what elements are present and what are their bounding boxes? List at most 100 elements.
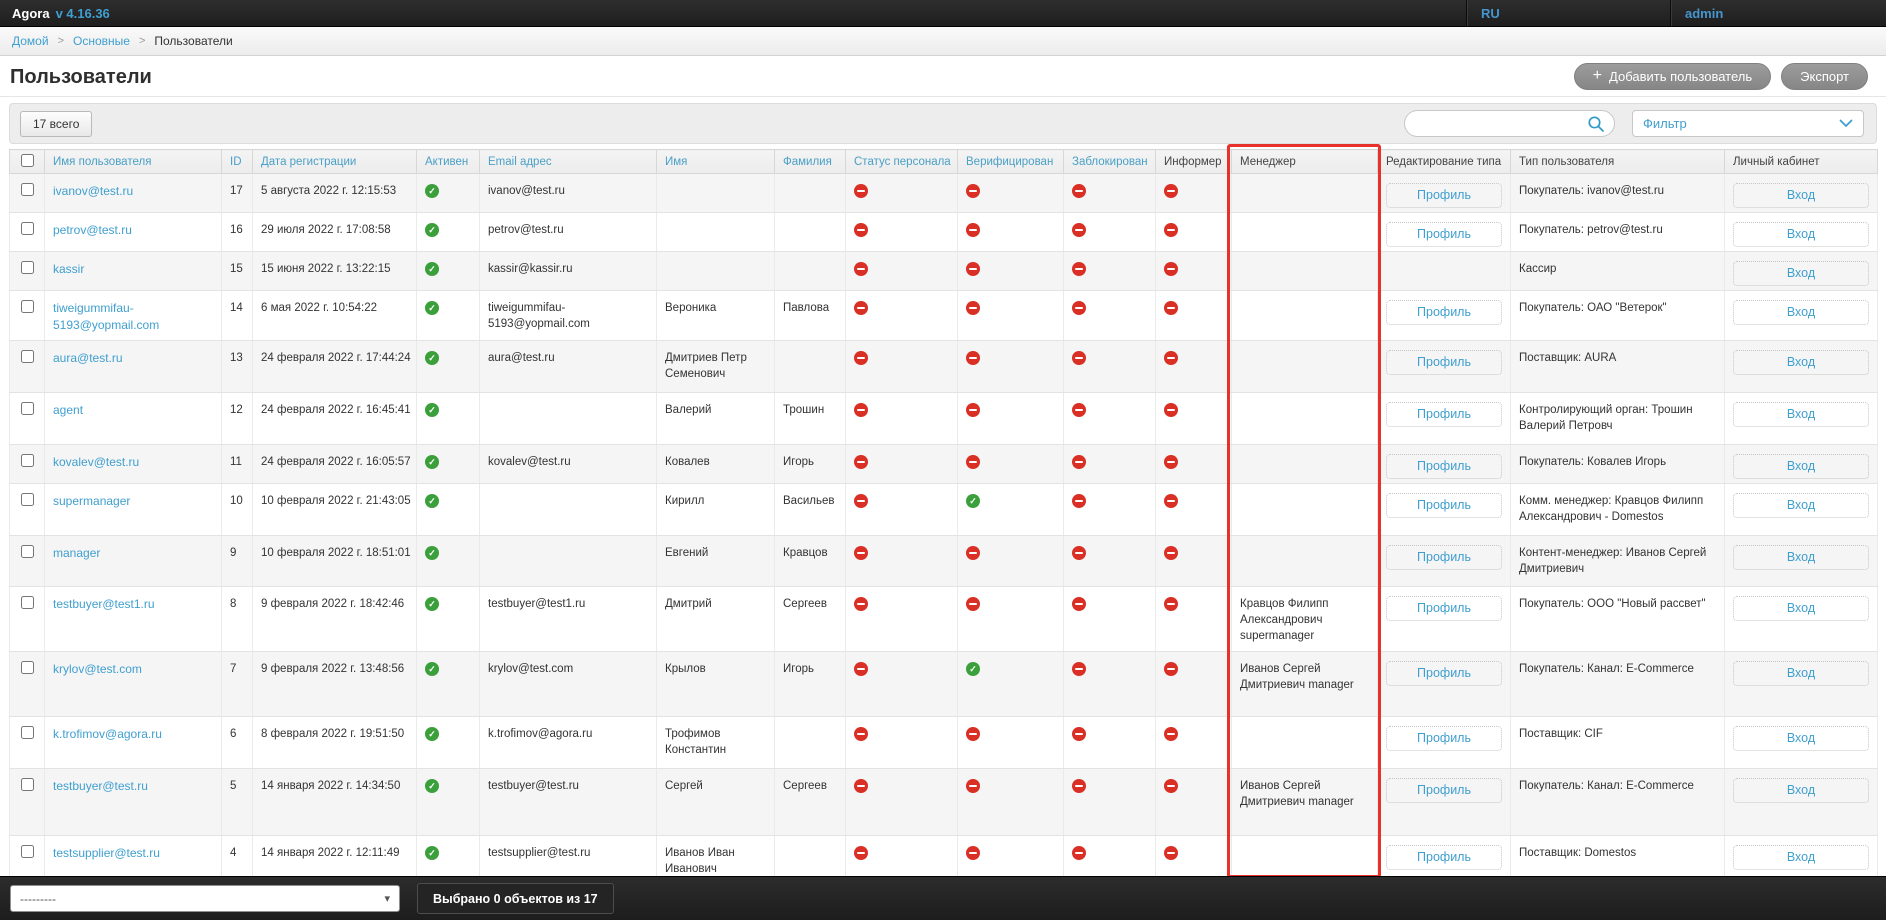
verified-denied-icon (966, 779, 980, 793)
username-link[interactable]: supermanager (53, 494, 130, 508)
username-link[interactable]: manager (53, 546, 100, 560)
user-type-cell: Покупатель: ООО "Новый рассвет" (1510, 586, 1725, 652)
row-checkbox[interactable] (20, 454, 34, 467)
username-link[interactable]: testbuyer@test1.ru (53, 597, 155, 611)
row-checkbox[interactable] (20, 661, 34, 674)
username-link[interactable]: aura@test.ru (53, 351, 123, 365)
user-menu[interactable]: admin (1670, 0, 1886, 26)
row-checkbox[interactable] (20, 493, 34, 506)
select-all-header (9, 149, 45, 174)
username-link[interactable]: krylov@test.com (53, 662, 142, 676)
login-button[interactable]: Вход (1733, 493, 1869, 518)
active-cell (416, 392, 480, 445)
sortable-column-header-label[interactable]: Заблокирован (1072, 156, 1148, 168)
login-button[interactable]: Вход (1733, 183, 1869, 208)
total-count-button[interactable]: 17 всего (20, 110, 93, 137)
username-link[interactable]: agent (53, 403, 83, 417)
edit-type-cell: Профиль (1377, 392, 1511, 445)
sortable-column-header-label[interactable]: ID (230, 156, 242, 168)
profile-button[interactable]: Профиль (1386, 661, 1502, 686)
profile-button[interactable]: Профиль (1386, 545, 1502, 570)
row-checkbox[interactable] (20, 726, 34, 739)
profile-button[interactable]: Профиль (1386, 350, 1502, 375)
profile-button[interactable]: Профиль (1386, 222, 1502, 247)
export-button[interactable]: Экспорт (1781, 63, 1868, 90)
username-link[interactable]: k.trofimov@agora.ru (53, 727, 162, 741)
username-link[interactable]: tiweigummifau-5193@yopmail.com (53, 301, 159, 332)
row-checkbox[interactable] (20, 402, 34, 415)
login-button[interactable]: Вход (1733, 545, 1869, 570)
sortable-column-header-label[interactable]: Верифицирован (966, 156, 1053, 168)
login-button[interactable]: Вход (1733, 261, 1869, 286)
login-button[interactable]: Вход (1733, 300, 1869, 325)
column-header: Активен (416, 149, 480, 174)
active-cell (416, 768, 480, 836)
login-button[interactable]: Вход (1733, 596, 1869, 621)
login-button[interactable]: Вход (1733, 350, 1869, 375)
login-button[interactable]: Вход (1733, 402, 1869, 427)
profile-button[interactable]: Профиль (1386, 778, 1502, 803)
filter-dropdown[interactable]: Фильтр (1632, 110, 1864, 137)
profile-button[interactable]: Профиль (1386, 454, 1502, 479)
login-button[interactable]: Вход (1733, 222, 1869, 247)
sortable-column-header-label[interactable]: Дата регистрации (261, 156, 356, 168)
login-button[interactable]: Вход (1733, 778, 1869, 803)
search-input[interactable] (1405, 116, 1614, 131)
sortable-column-header-label[interactable]: Email адрес (488, 156, 552, 168)
username-link[interactable]: ivanov@test.ru (53, 184, 133, 198)
row-checkbox[interactable] (20, 596, 34, 609)
username-link[interactable]: petrov@test.ru (53, 223, 132, 237)
profile-button[interactable]: Профиль (1386, 183, 1502, 208)
app-brand[interactable]: Agora (12, 6, 50, 21)
username-cell: kovalev@test.ru (44, 444, 222, 484)
row-checkbox[interactable] (20, 261, 34, 274)
column-header: Email адрес (479, 149, 657, 174)
row-checkbox[interactable] (20, 222, 34, 235)
username-link[interactable]: kovalev@test.ru (53, 455, 139, 469)
profile-button[interactable]: Профиль (1386, 845, 1502, 870)
row-checkbox[interactable] (20, 350, 34, 363)
breadcrumb-main[interactable]: Основные (73, 34, 130, 48)
sortable-column-header-label[interactable]: Статус персонала (854, 156, 951, 168)
search-icon[interactable] (1587, 115, 1605, 133)
personal-cabinet-cell: Вход (1724, 444, 1878, 484)
login-button[interactable]: Вход (1733, 845, 1869, 870)
informer-denied-icon (1164, 351, 1178, 365)
column-header: Имя пользователя (44, 149, 222, 174)
sortable-column-header-label[interactable]: Фамилия (783, 156, 832, 168)
row-checkbox[interactable] (20, 183, 34, 196)
column-header-label: Тип пользователя (1519, 155, 1615, 168)
profile-button[interactable]: Профиль (1386, 596, 1502, 621)
row-checkbox[interactable] (20, 300, 34, 313)
profile-button[interactable]: Профиль (1386, 493, 1502, 518)
row-checkbox[interactable] (20, 545, 34, 558)
breadcrumb-home[interactable]: Домой (12, 34, 49, 48)
username-link[interactable]: testbuyer@test.ru (53, 779, 148, 793)
sortable-column-header-label[interactable]: Имя пользователя (53, 156, 151, 168)
personal-cabinet-cell: Вход (1724, 483, 1878, 536)
id-cell: 9 (221, 535, 253, 587)
profile-button[interactable]: Профиль (1386, 726, 1502, 751)
informer-cell (1155, 483, 1232, 536)
add-user-button[interactable]: + Добавить пользователь (1573, 63, 1772, 90)
username-link[interactable]: testsupplier@test.ru (53, 846, 160, 860)
profile-button[interactable]: Профиль (1386, 300, 1502, 325)
row-checkbox[interactable] (20, 778, 34, 791)
selection-count-button[interactable]: Выбрано 0 объектов из 17 (417, 883, 614, 914)
table-row: ivanov@test.ru 17 5 августа 2022 г. 12:15:… (9, 173, 1878, 213)
last-name-cell: Игорь (774, 651, 846, 717)
registration-date-cell: 15 июня 2022 г. 13:22:15 (252, 251, 417, 291)
login-button[interactable]: Вход (1733, 661, 1869, 686)
verified-denied-icon (966, 301, 980, 315)
manager-cell: Кравцов Филипп Александрович supermanage… (1231, 586, 1378, 652)
row-checkbox[interactable] (20, 845, 34, 858)
action-select[interactable]: --------- ▾ (10, 885, 400, 912)
select-all-checkbox[interactable] (20, 153, 34, 167)
sortable-column-header-label[interactable]: Активен (425, 156, 468, 168)
locale-switcher[interactable]: RU (1466, 0, 1670, 26)
username-link[interactable]: kassir (53, 262, 84, 276)
profile-button[interactable]: Профиль (1386, 402, 1502, 427)
sortable-column-header-label[interactable]: Имя (665, 156, 687, 168)
login-button[interactable]: Вход (1733, 726, 1869, 751)
login-button[interactable]: Вход (1733, 454, 1869, 479)
